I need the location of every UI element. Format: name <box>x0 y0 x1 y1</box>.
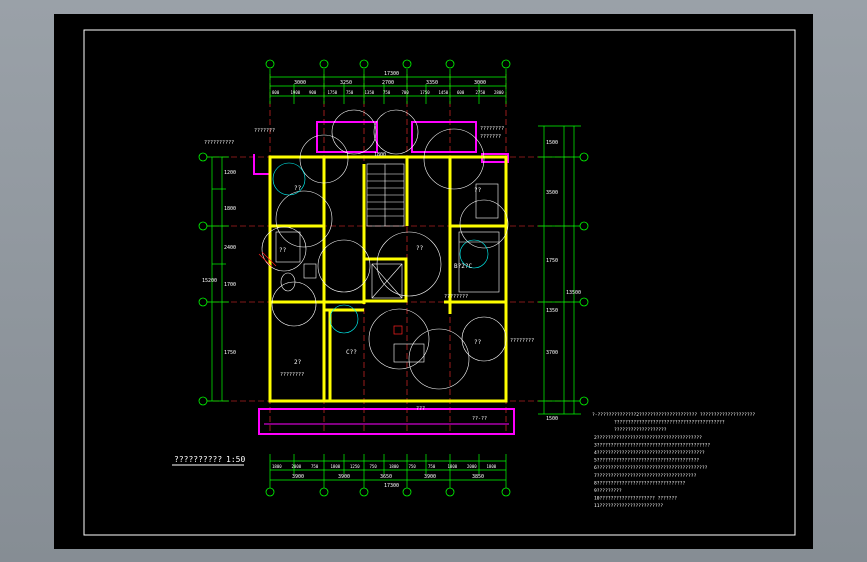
note-line: ?-??????????????2????????????????????? ?… <box>592 412 755 418</box>
dims-bottom: 17300 3900 3900 3650 3900 3850 <box>292 474 484 489</box>
note-right: ???????? <box>510 338 534 344</box>
dim-bottom-detail: 1800 <box>487 464 497 469</box>
dim-top-mid: 2700 <box>382 80 394 86</box>
note-balcony-right: ??????? <box>480 134 501 140</box>
dim-bottom-detail: 1800 <box>448 464 458 469</box>
note-stair-dim: 1800 <box>374 152 386 158</box>
dim-top-detail: 750 <box>346 90 354 95</box>
note-top-right: ???????? <box>480 126 504 132</box>
walls <box>268 155 508 403</box>
dim-bottom-detail: 750 <box>409 464 417 469</box>
note-line: 2?????????????????????????????????????? <box>594 435 702 441</box>
axis-bubbles <box>198 59 589 497</box>
dims-top: 17300 3000 3250 2700 3350 3000 <box>294 71 486 86</box>
dim-top-detail: 1750 <box>328 90 338 95</box>
dim-right-part: 1350 <box>546 308 558 314</box>
dim-right-part: 3500 <box>546 190 558 196</box>
note-line: 9????????? <box>594 488 622 494</box>
cad-viewport: 17300 3000 3250 2700 3350 3000 800 1900 90… <box>0 0 867 562</box>
note-line: ???????????????????????????????????????? <box>614 420 725 426</box>
dim-right-part: 1750 <box>546 258 558 264</box>
dim-bottom-mid: 3850 <box>472 474 484 480</box>
dim-bottom-mid: 3900 <box>292 474 304 480</box>
note-top-left: ?????????? <box>204 140 234 146</box>
staircase <box>366 163 405 299</box>
room-label: C?? <box>346 349 357 356</box>
dim-bottom-detail: 2000 <box>292 464 302 469</box>
dim-bottom-detail: 1250 <box>350 464 360 469</box>
dim-top-mid: 3000 <box>474 80 486 86</box>
room-label: ?? <box>279 247 287 254</box>
dim-left-part: 1200 <box>224 170 236 176</box>
dim-top-mid: 3350 <box>426 80 438 86</box>
dim-right-part: 1500 <box>546 140 558 146</box>
dim-top-mid: 3250 <box>340 80 352 86</box>
dims-left: 15200 1200 1800 2400 1700 1750 <box>202 170 236 356</box>
dim-top-detail: 1900 <box>291 90 301 95</box>
note-line: 7???????????????????????????????????? <box>594 473 697 479</box>
note-bottom-right: ??-?? <box>472 416 487 422</box>
dim-right-part: 1500 <box>546 416 558 422</box>
note-line: 5????????????????????????????????????? <box>594 458 699 464</box>
note-line: 10???????????????????? ??????? <box>594 496 677 502</box>
room-label: ?? <box>416 245 424 252</box>
note-line: 4??????????????????????????????????????? <box>594 450 705 456</box>
dim-right-overall: 13500 <box>566 290 581 296</box>
dims-right: 13500 1500 3500 1750 1350 3700 1500 <box>546 140 581 422</box>
dim-bottom-detail: 2000 <box>467 464 477 469</box>
dim-bottom-detail: 750 <box>370 464 378 469</box>
dim-bottom-detail: 750 <box>428 464 436 469</box>
note-line: 6???????????????????????????????????????… <box>594 465 708 471</box>
room-label: B?2?C <box>454 263 472 270</box>
dim-top-detail: 1750 <box>420 90 430 95</box>
note-line: 11??????????????????????? <box>594 503 663 509</box>
dim-bottom-detail: 1800 <box>272 464 282 469</box>
dim-left-part: 1800 <box>224 206 236 212</box>
dim-top-detail: 600 <box>457 90 465 95</box>
dim-top-detail: 1450 <box>439 90 449 95</box>
note-center: ???????? <box>444 294 468 300</box>
note-line: 3???????????????????????????????????????… <box>594 442 710 448</box>
dim-bottom-detail: 750 <box>311 464 319 469</box>
dim-top-detail: 750 <box>383 90 391 95</box>
dim-left-overall: 15200 <box>202 278 217 284</box>
dim-top-detail: 1350 <box>365 90 375 95</box>
drawing-title: ?????????? 1:50 <box>172 455 245 466</box>
drawing-title-text: ?????????? <box>174 455 222 464</box>
note-line: ??????????????????? <box>614 427 667 433</box>
dim-top-detail: 2800 <box>494 90 504 95</box>
dim-left-part: 2400 <box>224 245 236 251</box>
dim-top-detail: 800 <box>272 90 280 95</box>
drawing-scale: 1:50 <box>226 455 245 464</box>
dim-left-part: 1750 <box>224 350 236 356</box>
dim-bottom-overall: 17300 <box>384 483 399 489</box>
dim-top-detail: 700 <box>402 90 410 95</box>
floor-plan-drawing: 17300 3000 3250 2700 3350 3000 800 1900 90… <box>83 29 796 536</box>
note-balcony-left: ??????? <box>254 128 275 134</box>
dims-top-detail: 800 1900 900 1750 750 1350 750 700 1750 1450 600 27… <box>272 90 504 95</box>
room-label: ?? <box>474 187 482 194</box>
room-label: 2? <box>294 359 302 366</box>
dim-bottom-mid: 3900 <box>338 474 350 480</box>
dim-bottom-mid: 3900 <box>424 474 436 480</box>
general-notes: ?-??????????????2????????????????????? ?… <box>592 412 755 509</box>
fixtures <box>275 183 500 363</box>
dim-right-part: 3700 <box>546 350 558 356</box>
dim-top-detail: 900 <box>309 90 317 95</box>
dim-bottom-detail: 1800 <box>389 464 399 469</box>
note-bottom-mid: ??? <box>416 406 425 412</box>
dim-top-detail: 2750 <box>476 90 486 95</box>
drawing-sheet: 17300 3000 3250 2700 3350 3000 800 1900 90… <box>54 14 813 549</box>
dim-top-mid: 3000 <box>294 80 306 86</box>
dim-bottom-mid: 3650 <box>380 474 392 480</box>
dim-left-part: 1700 <box>224 282 236 288</box>
dim-top-overall: 17300 <box>384 71 399 77</box>
room-label: ?? <box>474 339 482 346</box>
dim-bottom-detail: 1800 <box>331 464 341 469</box>
room-label: ?? <box>294 185 302 192</box>
note-line: 8???????????????????????????????? <box>594 480 686 486</box>
note-bottom-left: ???????? <box>280 372 304 378</box>
dims-bottom-detail: 1800 2000 750 1800 1250 750 1800 750 750 1800 2000… <box>272 464 497 469</box>
